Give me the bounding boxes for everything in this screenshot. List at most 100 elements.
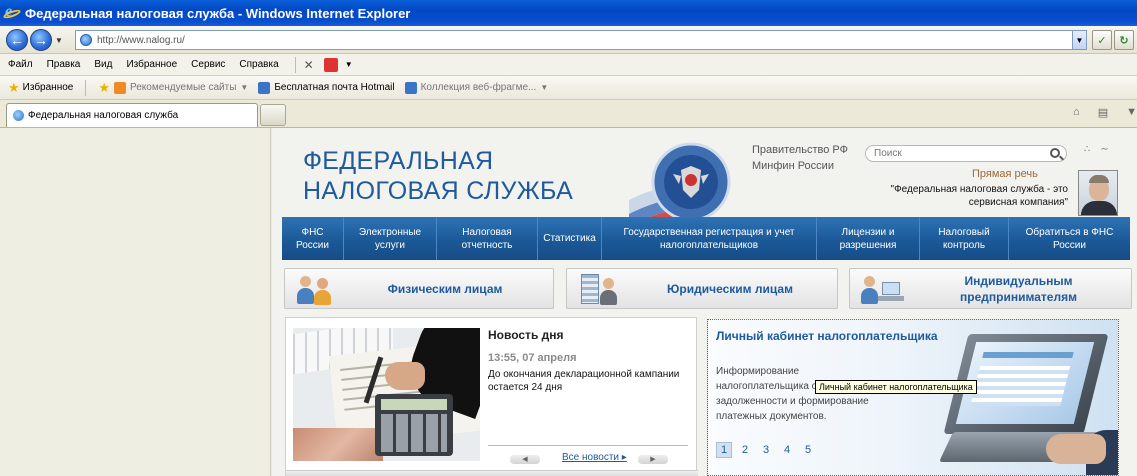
nav-e-services[interactable]: Электронные услуги: [344, 217, 437, 260]
laptop-illustration: [936, 322, 1118, 475]
news-photo[interactable]: [293, 328, 480, 461]
command-bar: ⌂ ▤ ▼: [1073, 106, 1137, 119]
utility-icons: ∴ ∼: [1084, 144, 1109, 155]
people-icon: [297, 272, 337, 306]
nav-licenses[interactable]: Лицензии и разрешения: [817, 217, 920, 260]
logo-line-1: ФЕДЕРАЛЬНАЯ: [303, 147, 494, 175]
news-of-the-day-panel: Новость дня 13:55, 07 апреля До окончани…: [285, 317, 698, 476]
page-check-icon: ✓: [1097, 34, 1107, 47]
add-favorite-icon[interactable]: ★: [98, 80, 110, 96]
suggested-sites-link[interactable]: Рекомендуемые сайты ▼: [114, 81, 248, 94]
news-text[interactable]: До окончания декларационной кампании ост…: [488, 368, 693, 394]
suggested-sites-icon: [114, 81, 126, 94]
page-icon: [80, 34, 92, 46]
favorites-bar: ★ Избранное ★ Рекомендуемые сайты ▼ Бесп…: [0, 76, 1137, 100]
compatibility-button[interactable]: ✓: [1092, 30, 1112, 50]
menu-file[interactable]: Файл: [8, 59, 33, 70]
site-search-input[interactable]: Поиск: [865, 145, 1067, 162]
pager-page-4[interactable]: 4: [779, 442, 795, 458]
favorites-button[interactable]: Избранное: [23, 82, 74, 93]
legal-entities-button[interactable]: Юридическим лицам: [566, 268, 838, 309]
address-field[interactable]: http://www.nalog.ru/ ▼: [75, 30, 1087, 50]
search-placeholder: Поиск: [874, 148, 902, 159]
menu-bar: Файл Правка Вид Избранное Сервис Справка…: [0, 54, 1137, 76]
refresh-button[interactable]: ↻: [1114, 30, 1134, 50]
web-slice-gallery-label: Коллекция веб-фрагме...: [420, 82, 537, 93]
ie-page-icon: [258, 81, 271, 94]
menu-edit[interactable]: Правка: [47, 59, 81, 70]
all-news-link[interactable]: Все новости ▸: [562, 452, 627, 463]
web-page: ФЕДЕРАЛЬНАЯ НАЛОГОВАЯ СЛУЖБА Правительст…: [272, 128, 1137, 476]
nav-registration[interactable]: Государственная регистрация и учет налог…: [602, 217, 817, 260]
quote-link[interactable]: "Федеральная налоговая служба - это серв…: [872, 183, 1068, 209]
laptop-user-icon: [860, 272, 906, 306]
rss-icon[interactable]: ∼: [1100, 144, 1108, 155]
site-logo-text[interactable]: ФЕДЕРАЛЬНАЯ НАЛОГОВАЯ СЛУЖБА: [303, 146, 573, 206]
arrow-right-icon: →: [34, 32, 48, 48]
legal-entities-label: Юридическим лицам: [667, 281, 793, 296]
cabinet-heading[interactable]: Личный кабинет налогоплательщика: [716, 329, 938, 343]
close-icon[interactable]: ✕: [304, 58, 314, 72]
tab-title: Федеральная налоговая служба: [28, 110, 179, 121]
nav-statistics[interactable]: Статистика: [538, 217, 602, 260]
news-divider: [488, 445, 688, 446]
all-news-label: Все новости: [562, 452, 620, 463]
government-link[interactable]: Правительство РФ: [752, 142, 848, 158]
entrepreneurs-label: Индивидуальным предпринимателям: [960, 273, 1077, 304]
menu-view[interactable]: Вид: [94, 59, 112, 70]
news-next-button[interactable]: ▶: [638, 455, 668, 464]
feeds-icon[interactable]: ▤: [1098, 106, 1108, 119]
search-icon[interactable]: [1050, 148, 1060, 158]
nav-contact-fns[interactable]: Обратиться в ФНС России: [1009, 217, 1130, 260]
main-navigation: ФНС России Электронные услуги Налоговая …: [282, 217, 1130, 260]
government-links: Правительство РФ Минфин России: [752, 142, 848, 174]
favorites-star-icon: ★: [8, 79, 20, 95]
address-dropdown-button[interactable]: ▼: [1072, 31, 1086, 49]
recent-pages-dropdown[interactable]: ▼: [55, 36, 63, 45]
ie-logo-icon: e: [2, 3, 22, 21]
news-panel-footer: [286, 470, 698, 476]
head-portrait[interactable]: [1078, 170, 1118, 216]
web-slice-gallery-link[interactable]: Коллекция веб-фрагме... ▼: [404, 81, 549, 94]
menu-help[interactable]: Справка: [239, 59, 278, 70]
taxpayer-cabinet-panel[interactable]: Личный кабинет налогоплательщика Информи…: [707, 319, 1119, 476]
pager-page-2[interactable]: 2: [737, 442, 753, 458]
page-icon: [13, 110, 24, 121]
nav-tax-control[interactable]: Налоговый контроль: [920, 217, 1009, 260]
addon-icon[interactable]: [323, 57, 338, 72]
news-heading[interactable]: Новость дня: [488, 328, 564, 342]
chevron-down-icon: ▼: [540, 83, 549, 92]
sitemap-icon[interactable]: ∴: [1084, 144, 1090, 155]
chevron-down-icon[interactable]: ▼: [1126, 106, 1137, 119]
individuals-button[interactable]: Физическим лицам: [284, 268, 554, 309]
tooltip: Личный кабинет налогоплательщика: [815, 380, 977, 394]
hotmail-label: Бесплатная почта Hotmail: [274, 82, 395, 93]
menu-favorites[interactable]: Избранное: [126, 59, 177, 70]
back-button[interactable]: ←: [6, 29, 28, 51]
new-tab-button[interactable]: [260, 104, 286, 126]
hotmail-link[interactable]: Бесплатная почта Hotmail: [258, 81, 395, 94]
pager-page-1[interactable]: 1: [716, 442, 732, 458]
tab-bar: Федеральная налоговая служба ⌂ ▤ ▼: [0, 100, 1137, 128]
forward-button[interactable]: →: [30, 29, 52, 51]
pager-page-3[interactable]: 3: [758, 442, 774, 458]
menu-separator: [294, 56, 296, 73]
addon-dropdown[interactable]: ▼: [345, 60, 353, 69]
address-url: http://www.nalog.ru/: [97, 34, 185, 46]
address-toolbar: ← → ▼ http://www.nalog.ru/ ▼ ✓ ↻: [0, 26, 1137, 54]
window-title-bar[interactable]: e Федеральная налоговая служба - Windows…: [0, 0, 1137, 26]
favorites-separator: [85, 79, 87, 96]
cabinet-pager: 1 2 3 4 5: [716, 442, 816, 458]
pager-page-5[interactable]: 5: [800, 442, 816, 458]
entrepreneurs-button[interactable]: Индивидуальным предпринимателям: [849, 268, 1132, 309]
home-icon[interactable]: ⌂: [1073, 106, 1080, 119]
nav-fns-russia[interactable]: ФНС России: [282, 217, 344, 260]
news-prev-button[interactable]: ◀: [510, 455, 540, 464]
direct-speech-label: Прямая речь: [972, 168, 1038, 180]
menu-tools[interactable]: Сервис: [191, 59, 225, 70]
blank-left-area: [0, 128, 271, 476]
nav-tax-reporting[interactable]: Налоговая отчетность: [437, 217, 538, 260]
building-icon: [579, 272, 623, 306]
tab-fns[interactable]: Федеральная налоговая служба: [6, 103, 258, 127]
minfin-link[interactable]: Минфин России: [752, 158, 848, 174]
